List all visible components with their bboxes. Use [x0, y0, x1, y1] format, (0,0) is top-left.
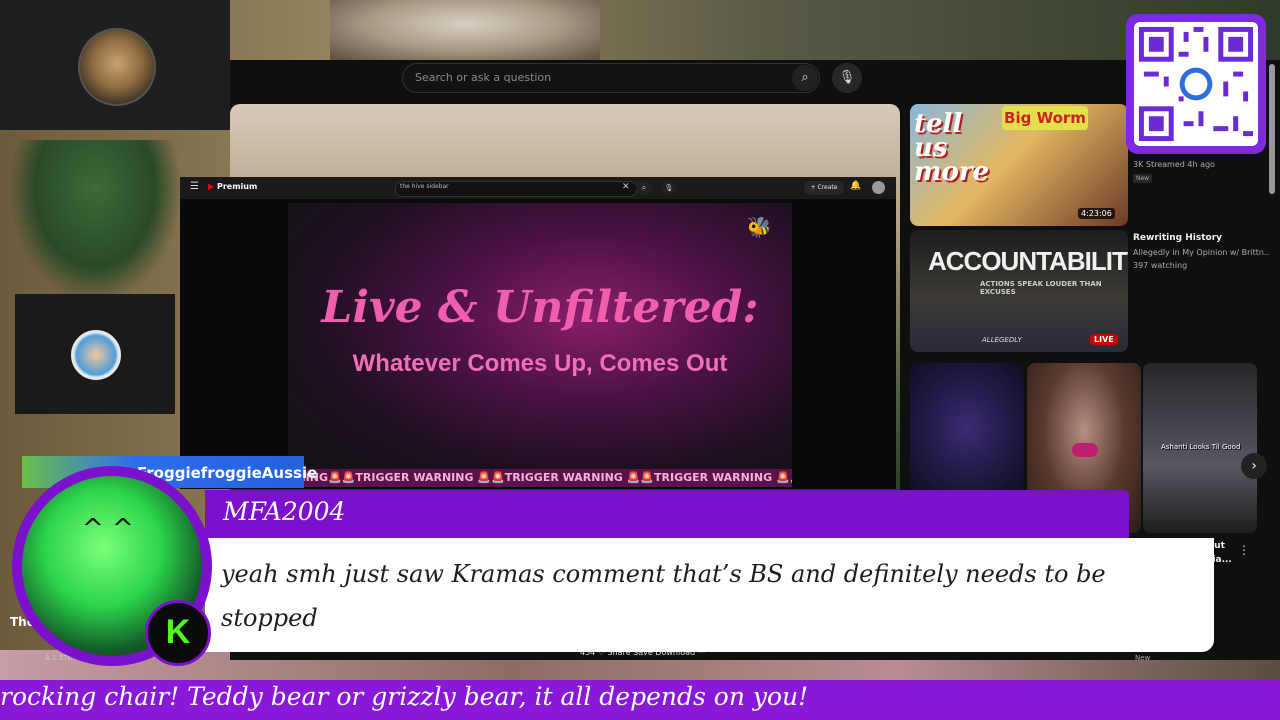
trigger-warning-marquee: RNING🚨🚨TRIGGER WARNING 🚨🚨TRIGGER WARNING… [288, 469, 792, 487]
chat-username-bar: MFA2004 [205, 490, 1129, 540]
guest-avatar [71, 330, 121, 380]
search-placeholder: Search or ask a question [415, 71, 552, 84]
avatar-face: ^ ^ [82, 514, 134, 544]
thumbnail-caption: ALLEGEDLY [982, 336, 1022, 344]
thumbnail-text: tell us more [914, 109, 990, 187]
menu-icon[interactable]: ☰ [190, 181, 199, 192]
bell-icon[interactable]: 🔔 [850, 181, 861, 191]
teddy-bear-backdrop [330, 0, 600, 60]
thumbnail-banner: Big Worm [1002, 106, 1088, 130]
video-title[interactable]: Rewriting History [1133, 233, 1222, 243]
new-badge: New [1133, 174, 1153, 183]
clear-icon[interactable]: ✕ [622, 182, 630, 192]
scrollbar[interactable] [1269, 64, 1275, 194]
bee-icon: 🐝 [746, 215, 772, 239]
short-thumbnail[interactable] [910, 363, 1024, 493]
thumbnail-text: ACCOUNTABILITY [928, 246, 1128, 276]
chevron-right-icon[interactable]: › [1241, 453, 1267, 479]
chat-username: MFA2004 [223, 497, 346, 526]
thumbnail-mouth [1072, 443, 1098, 457]
watching-count: 397 watching [1133, 261, 1188, 270]
short-thumbnail[interactable]: Ashanti Looks Til Good [1143, 363, 1257, 533]
recommended-thumbnail[interactable]: tell us more Big Worm 4:23:06 [910, 104, 1128, 226]
search-input[interactable]: Search or ask a question [402, 63, 820, 93]
stream-art [288, 203, 792, 487]
new-badge: New [1135, 654, 1151, 662]
channel-name[interactable]: Allegedly in My Opinion w/ Brittn... [1133, 248, 1269, 257]
inner-topbar: ☰ ▶ Premium the hive sidebar ✕ ⌕ 🎙 + Cre… [180, 177, 896, 199]
live-badge: LIVE [1090, 334, 1118, 345]
stream-title: Live & Unfiltered: [321, 282, 759, 333]
teddy-bear-avatar [78, 28, 156, 106]
short-caption: Ashanti Looks Til Good [1161, 443, 1241, 451]
inner-search-text: the hive sidebar [400, 183, 449, 190]
inner-mic-icon[interactable]: 🎙 [662, 181, 676, 195]
avatar[interactable] [872, 181, 885, 194]
video-duration: 4:23:06 [1078, 208, 1115, 219]
qr-code-icon [1134, 22, 1258, 146]
recommended-thumbnail[interactable]: ACCOUNTABILITY ACTIONS SPEAK LOUDER THAN… [910, 230, 1128, 352]
palm-tree-backdrop [10, 140, 180, 300]
stream-subtitle: Whatever Comes Up, Comes Out [352, 350, 728, 377]
search-icon[interactable]: ⌕ [792, 65, 818, 91]
streamer-name: FroggiefroggieAussie [137, 464, 318, 482]
youtube-logo[interactable]: ▶ Premium [208, 182, 257, 191]
more-options-icon[interactable]: ⋮ [1238, 543, 1250, 557]
thumbnail-subtext: ACTIONS SPEAK LOUDER THAN EXCUSES [980, 280, 1102, 296]
inner-search-icon[interactable]: ⌕ [636, 181, 652, 195]
kick-logo-icon: K [145, 600, 211, 666]
webcam-box [15, 294, 175, 414]
ticker-text: rocking chair! Teddy bear or grizzly bea… [0, 682, 809, 711]
create-button[interactable]: + Create [804, 181, 844, 195]
bottom-ticker: rocking chair! Teddy bear or grizzly bea… [0, 680, 1280, 720]
video-stats: 3K Streamed 4h ago [1133, 160, 1215, 169]
marquee-text: RNING🚨🚨TRIGGER WARNING 🚨🚨TRIGGER WARNING… [288, 471, 792, 484]
chat-message: yeah smh just saw Kramas comment that’s … [221, 560, 1106, 632]
chat-message-bubble: yeah smh just saw Kramas comment that’s … [205, 538, 1214, 652]
mic-icon[interactable]: 🎙 [832, 63, 862, 93]
